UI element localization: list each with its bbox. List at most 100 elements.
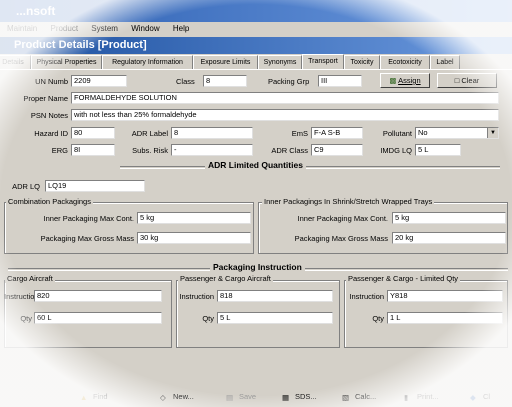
packing-group-label: Packing Grp [268, 77, 310, 86]
close-button[interactable]: ◆ Cl [470, 390, 490, 404]
menu-help[interactable]: Help [173, 24, 189, 33]
menu-maintain[interactable]: Maintain [7, 24, 37, 33]
hazard-id-label: Hazard ID [34, 129, 68, 138]
bottom-toolbar: ▲ Find ◇ New... ▤ Save ▦ SDS... ▧ Calc... ▮ Pr… [0, 386, 512, 407]
psn-notes-label: PSN Notes [30, 111, 68, 120]
ems-label: EmS [291, 129, 308, 138]
imdg-lq-label: IMDG LQ [380, 146, 412, 155]
tab-toxicity[interactable]: Toxicity [344, 55, 380, 69]
menu-system[interactable]: System [91, 24, 118, 33]
assign-icon: ▩ [389, 76, 397, 85]
find-button[interactable]: ▲ Find [80, 390, 108, 404]
tab-synonyms[interactable]: Synonyms [258, 55, 302, 69]
clear-button[interactable]: □ Clear [437, 73, 497, 88]
adr-label-field[interactable]: 8 [171, 127, 253, 139]
shrink-inner-packaging-label: Inner Packaging Max Cont. [297, 214, 388, 223]
adr-class-label: ADR Class [271, 146, 308, 155]
find-button-label: Find [93, 392, 108, 401]
adr-class-field[interactable]: C9 [311, 144, 363, 156]
combination-packagings-group [4, 202, 254, 254]
pollutant-label: Pollutant [382, 129, 412, 138]
calculator-icon: ▧ [342, 393, 350, 402]
tab-physical-properties[interactable]: Physical Properties [31, 55, 102, 69]
sds-button[interactable]: ▦ SDS... [282, 390, 317, 404]
erg-label: ERG [51, 146, 68, 155]
cargo-qty-label: Qty [20, 314, 32, 323]
new-button[interactable]: ◇ New... [160, 390, 194, 404]
shrink-gross-mass-field[interactable]: 20 kg [392, 232, 506, 244]
passenger-qty-field[interactable]: 5 L [217, 312, 333, 324]
new-button-label: New... [173, 392, 194, 401]
pollutant-select[interactable]: No ▼ [415, 127, 499, 139]
passenger-qty-label: Qty [202, 314, 214, 323]
passenger-instruction-label: Instruction [179, 292, 214, 301]
shrink-gross-mass-label: Packaging Max Gross Mass [294, 234, 388, 243]
class-field[interactable]: 8 [203, 75, 247, 87]
find-icon: ▲ [80, 393, 88, 402]
limited-qty-field[interactable]: 1 L [387, 312, 503, 324]
tab-exposure-limits[interactable]: Exposure Limits [193, 55, 258, 69]
cargo-instruction-field[interactable]: 820 [34, 290, 162, 302]
save-icon: ▤ [226, 393, 234, 402]
save-button-label: Save [239, 392, 257, 401]
psn-notes-field[interactable]: with not less than 25% formaldehyde [71, 109, 499, 121]
limited-instruction-field[interactable]: Y818 [387, 290, 503, 302]
clear-button-label: Clear [461, 76, 480, 85]
print-button-label: Print... [417, 392, 439, 401]
save-button[interactable]: ▤ Save [226, 390, 256, 404]
erg-field[interactable]: 8I [71, 144, 115, 156]
passenger-instruction-field[interactable]: 818 [217, 290, 333, 302]
menu-window[interactable]: Window [131, 24, 159, 33]
pollutant-value: No [418, 128, 428, 137]
assign-button-label: Assign [398, 76, 421, 85]
app-title-bar: ...nsoft [0, 0, 512, 22]
limited-instruction-label: Instruction [349, 292, 384, 301]
adr-lq-field[interactable]: LQ19 [45, 180, 145, 192]
packing-group-field[interactable]: III [318, 75, 362, 87]
sds-button-label: SDS... [295, 392, 317, 401]
new-icon: ◇ [160, 393, 166, 402]
tab-regulatory-information[interactable]: Regulatory Information [102, 55, 193, 69]
shrink-wrap-group [258, 202, 508, 254]
subs-risk-label: Subs. Risk [132, 146, 168, 155]
proper-name-field[interactable]: FORMALDEHYDE SOLUTION [71, 92, 499, 104]
close-button-label: Cl [483, 392, 491, 401]
menu-bar: Maintain Product System Window Help [0, 22, 512, 36]
calc-button[interactable]: ▧ Calc... [342, 390, 376, 404]
gross-mass-label: Packaging Max Gross Mass [40, 234, 134, 243]
cargo-qty-field[interactable]: 60 L [34, 312, 162, 324]
subs-risk-field[interactable]: - [171, 144, 253, 156]
assign-button[interactable]: ▩ Assign [380, 73, 430, 88]
tab-details[interactable]: Details [0, 55, 31, 69]
un-number-field[interactable]: 2209 [71, 75, 127, 87]
inner-packaging-label: Inner Packaging Max Cont. [43, 214, 134, 223]
tab-ecotoxicity[interactable]: Ecotoxicity [380, 55, 430, 69]
ems-field[interactable]: F-A S-B [311, 127, 363, 139]
adr-section-title: ADR Limited Quantities [205, 160, 306, 170]
limited-qty-label: Qty [372, 314, 384, 323]
gross-mass-field[interactable]: 30 kg [137, 232, 251, 244]
chevron-down-icon[interactable]: ▼ [487, 128, 498, 138]
print-button[interactable]: ▮ Print... [404, 390, 439, 404]
window-title: Product Details [Product] [0, 37, 512, 54]
inner-packaging-field[interactable]: 5 kg [137, 212, 251, 224]
hazard-id-field[interactable]: 80 [71, 127, 115, 139]
class-label: Class [176, 77, 195, 86]
imdg-lq-field[interactable]: 5 L [415, 144, 461, 156]
shrink-wrap-title: Inner Packagings In Shrink/Stretch Wrapp… [262, 197, 435, 206]
tab-transport[interactable]: Transport [302, 54, 344, 69]
menu-product[interactable]: Product [50, 24, 78, 33]
clear-icon: □ [454, 76, 460, 85]
shrink-inner-packaging-field[interactable]: 5 kg [392, 212, 506, 224]
tab-label[interactable]: Label [430, 55, 460, 69]
passenger-cargo-title: Passenger & Cargo Aircraft [178, 274, 273, 283]
adr-label-label: ADR Label [131, 129, 168, 138]
cargo-aircraft-title: Cargo Aircraft [5, 274, 55, 283]
proper-name-label: Proper Name [23, 94, 68, 103]
adr-lq-label: ADR LQ [12, 182, 40, 191]
tab-strip: Details Physical Properties Regulatory I… [0, 54, 512, 69]
combination-packagings-title: Combination Packagings [6, 197, 93, 206]
limited-qty-title: Passenger & Cargo - Limited Qty [346, 274, 461, 283]
packaging-section-title: Packaging Instruction [210, 262, 305, 272]
printer-icon: ▮ [404, 393, 409, 402]
